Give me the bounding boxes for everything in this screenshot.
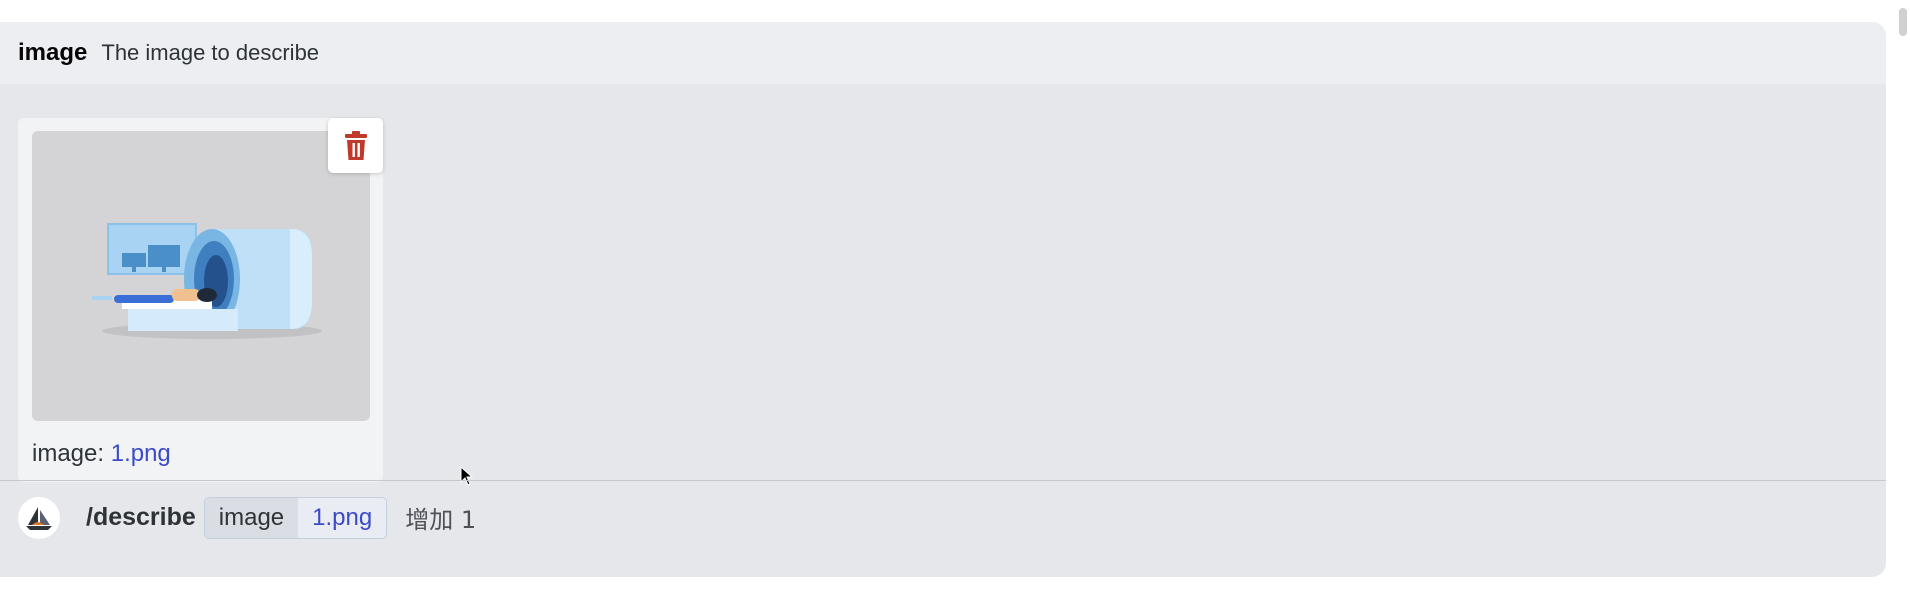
additional-options-text[interactable]: 增加 1 [405, 500, 476, 535]
attachment-caption: image: 1.png [32, 440, 171, 468]
option-pill-key[interactable]: image [204, 497, 299, 538]
bot-avatar[interactable] [18, 496, 60, 539]
scrollbar-thumb[interactable] [1899, 8, 1907, 36]
delete-attachment-button[interactable] [328, 118, 383, 173]
option-pill-value[interactable]: 1.png [298, 497, 387, 538]
option-description: The image to describe [101, 40, 320, 65]
page-scrollbar[interactable] [1896, 0, 1910, 40]
attachment-card[interactable]: image: 1.png [18, 118, 383, 482]
caption-label: image: [32, 440, 105, 467]
option-header: image The image to describe [0, 22, 1886, 84]
attachment-area: image: 1.png [0, 84, 1886, 502]
command-name: /describe [86, 503, 196, 531]
attachment-filename[interactable]: 1.png [111, 440, 171, 467]
image-preview[interactable] [32, 131, 370, 421]
option-name: image [18, 39, 88, 66]
trash-icon [344, 130, 367, 160]
mri-scanner-illustration [92, 223, 322, 339]
command-bar[interactable]: /describe image 1.png 增加 1 [0, 480, 1886, 555]
sailboat-icon [26, 506, 52, 530]
option-pill[interactable]: image 1.png [203, 496, 388, 539]
